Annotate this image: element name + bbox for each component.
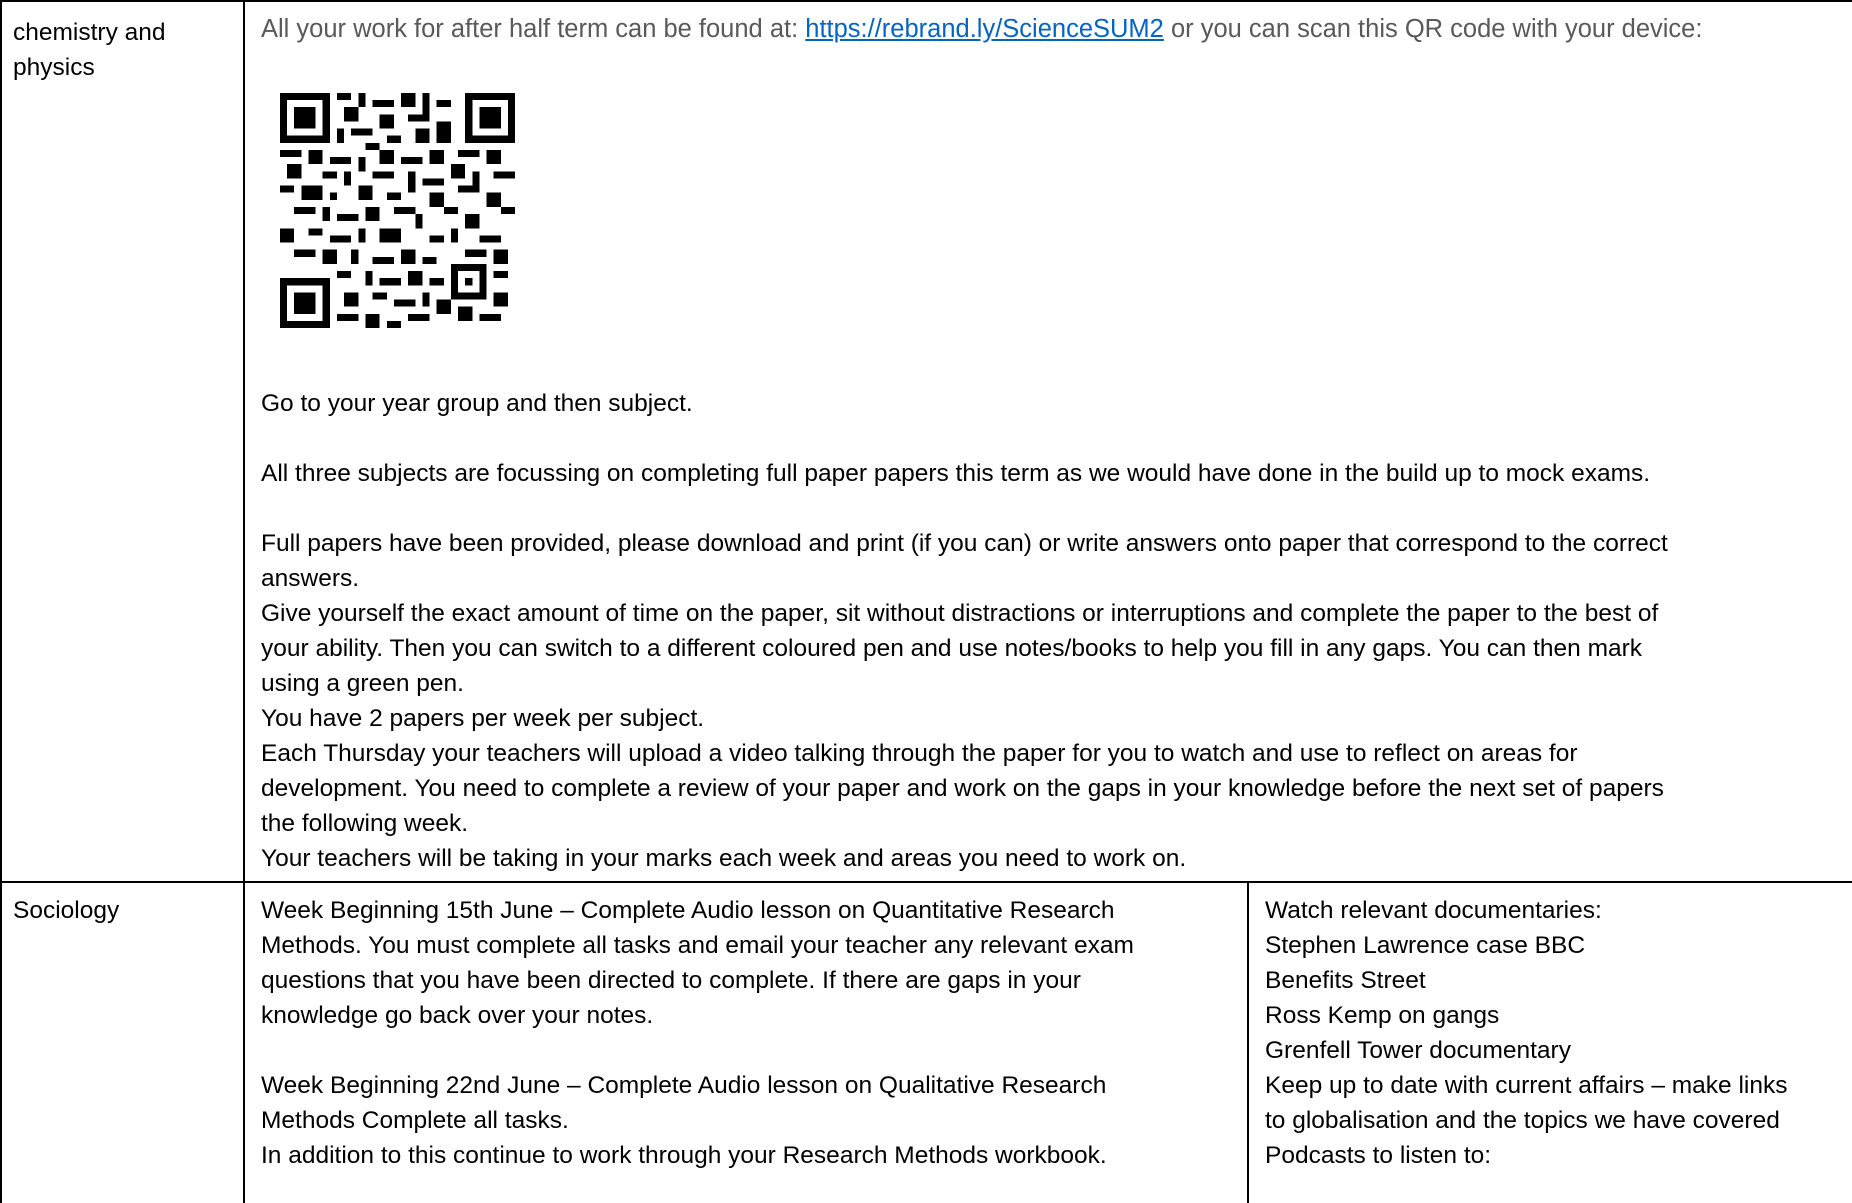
science-work-link[interactable]: https://rebrand.ly/ScienceSUM2 bbox=[805, 15, 1164, 43]
subject-label-line1: chemistry and bbox=[13, 19, 166, 46]
resources-line: Ross Kemp on gangs bbox=[1265, 1002, 1500, 1029]
sociology-task-line: questions that you have been directed to… bbox=[261, 967, 1081, 994]
intro-text-after: or you can scan this QR code with your d… bbox=[1163, 15, 1703, 43]
instruction-line: Each Thursday your teachers will upload … bbox=[261, 740, 1578, 767]
instruction-line: Go to your year group and then subject. bbox=[261, 390, 693, 417]
subject-label-sociology: Sociology bbox=[13, 897, 120, 924]
subject-column-divider bbox=[243, 0, 245, 1203]
resources-line: to globalisation and the topics we have … bbox=[1265, 1107, 1780, 1134]
sociology-task-line: Methods. You must complete all tasks and… bbox=[261, 932, 1134, 959]
intro-paragraph: All your work for after half term can be… bbox=[261, 11, 1831, 47]
document-page: chemistry and physics All your work for … bbox=[0, 0, 1852, 1203]
subject-label-line2: physics bbox=[13, 54, 95, 81]
resources-line: Keep up to date with current affairs – m… bbox=[1265, 1072, 1788, 1099]
instruction-line: You have 2 papers per week per subject. bbox=[261, 705, 705, 732]
resources-line: Grenfell Tower documentary bbox=[1265, 1037, 1571, 1064]
instruction-line: Give yourself the exact amount of time o… bbox=[261, 600, 1659, 627]
qr-code-icon bbox=[280, 93, 515, 328]
intro-text-before: All your work for after half term can be… bbox=[261, 15, 806, 43]
row-divider bbox=[0, 881, 1852, 883]
table-top-border bbox=[0, 0, 1852, 2]
sociology-task-line: Methods Complete all tasks. bbox=[261, 1107, 569, 1134]
instruction-line: Full papers have been provided, please d… bbox=[261, 530, 1668, 557]
instruction-line: your ability. Then you can switch to a d… bbox=[261, 635, 1643, 662]
sociology-column-divider bbox=[1247, 881, 1249, 1203]
sociology-task-line: In addition to this continue to work thr… bbox=[261, 1142, 1107, 1169]
sociology-task-line: Week Beginning 22nd June – Complete Audi… bbox=[261, 1072, 1107, 1099]
instruction-line: answers. bbox=[261, 565, 360, 592]
instruction-line: using a green pen. bbox=[261, 670, 464, 697]
resources-line: Watch relevant documentaries: bbox=[1265, 897, 1602, 924]
resources-line: Stephen Lawrence case BBC bbox=[1265, 932, 1586, 959]
resources-line: Podcasts to listen to: bbox=[1265, 1142, 1492, 1169]
qr-code-graphic bbox=[280, 93, 515, 328]
sociology-task-line: knowledge go back over your notes. bbox=[261, 1002, 654, 1029]
instruction-line: the following week. bbox=[261, 810, 469, 837]
sociology-task-line: Week Beginning 15th June – Complete Audi… bbox=[261, 897, 1115, 924]
instruction-line: development. You need to complete a revi… bbox=[261, 775, 1664, 802]
instruction-line: All three subjects are focussing on comp… bbox=[261, 460, 1651, 487]
table-left-border bbox=[0, 0, 2, 1203]
resources-line: Benefits Street bbox=[1265, 967, 1426, 994]
instruction-line: Your teachers will be taking in your mar… bbox=[261, 845, 1187, 872]
